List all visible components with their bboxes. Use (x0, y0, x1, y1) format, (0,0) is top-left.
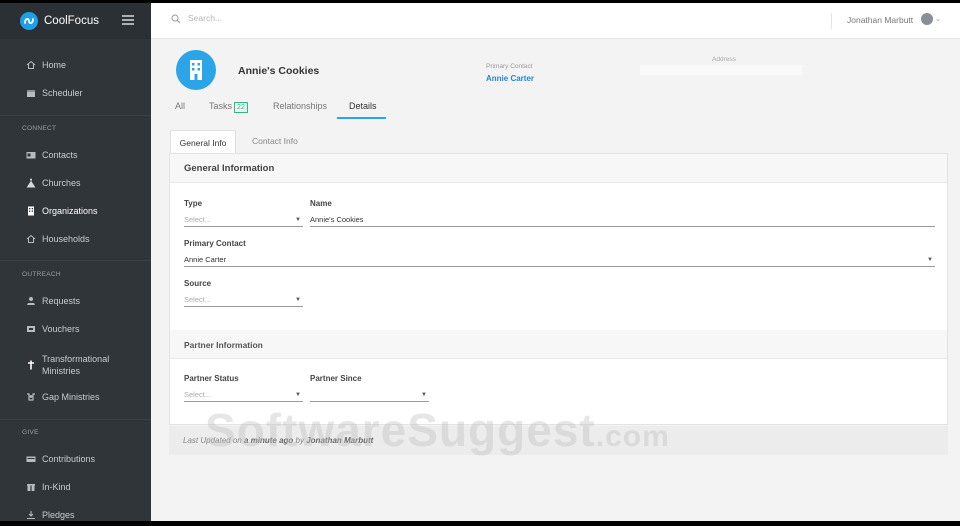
caret-down-icon: ▼ (421, 392, 427, 398)
source-select[interactable]: Select... ▼ (184, 294, 303, 307)
partner-status-label: Partner Status (184, 374, 239, 383)
primary-contact-label: Primary Contact (486, 63, 533, 70)
sidebar-item-label: Churches (42, 178, 81, 188)
main-tabs: All Tasks 22 Relationships Details (151, 96, 960, 118)
cross-icon (26, 360, 36, 370)
caret-down-icon: ▼ (295, 217, 301, 223)
active-tab-indicator (337, 117, 386, 119)
partner-since-select[interactable]: ▼ (310, 389, 429, 402)
partner-info-header: Partner Information (170, 330, 947, 359)
section-outreach: OUTREACH (22, 271, 61, 278)
contacts-card-icon (26, 150, 36, 160)
source-label: Source (184, 279, 212, 288)
sidebar-item-churches[interactable]: Churches (0, 173, 151, 193)
top-bar: Jonathan Marbutt ⌄ (151, 3, 960, 39)
sidebar-item-label: Gap Ministries (42, 392, 100, 402)
sidebar-item-contributions[interactable]: Contributions (0, 449, 151, 469)
search-icon[interactable] (171, 14, 181, 24)
app-name: CoolFocus (44, 15, 99, 27)
sidebar-item-label: Contacts (42, 150, 78, 160)
sidebar-item-label: Pledges (42, 510, 75, 520)
tab-tasks[interactable]: Tasks 22 (209, 101, 248, 113)
type-label: Type (184, 199, 203, 208)
sidebar-item-label: Contributions (42, 454, 96, 464)
section-give: GIVE (22, 429, 39, 436)
sidebar-item-label: Home (42, 60, 67, 70)
general-info-header: General Information (170, 154, 947, 183)
sidebar-item-requests[interactable]: Requests (0, 291, 151, 311)
divider (831, 13, 832, 29)
building-icon (26, 206, 36, 216)
sidebar-item-label: Organizations (42, 206, 98, 216)
primary-contact-field-label: Primary Contact (184, 239, 246, 248)
house-icon (26, 234, 36, 244)
chevron-down-icon[interactable]: ⌄ (935, 15, 941, 23)
organization-building-icon (176, 50, 216, 90)
sidebar-item-in-kind[interactable]: In-Kind (0, 477, 151, 497)
caret-down-icon: ▼ (295, 297, 301, 303)
divider (0, 260, 151, 261)
partner-since-label: Partner Since (310, 374, 362, 383)
sidebar-item-label: Vouchers (42, 324, 80, 334)
caret-down-icon: ▼ (295, 392, 301, 398)
sidebar-item-contacts[interactable]: Contacts (0, 145, 151, 165)
details-card: General Information Type Select... ▼ Name… (169, 153, 948, 425)
divider (0, 115, 151, 116)
contributions-icon (26, 454, 36, 464)
sidebar-item-label: Scheduler (42, 88, 83, 98)
sidebar-item-home[interactable]: Home (0, 55, 151, 75)
gift-icon (26, 482, 36, 492)
gap-icon (26, 392, 36, 402)
sidebar-item-label: Transformational Ministries (42, 354, 110, 376)
church-icon (26, 178, 36, 188)
subtab-general-info[interactable]: General Info (170, 130, 236, 154)
voucher-icon (26, 324, 36, 334)
name-label: Name (310, 199, 332, 208)
home-icon (26, 60, 36, 70)
section-title: General Information (184, 163, 275, 174)
sidebar-item-label: Requests (42, 296, 81, 306)
name-field[interactable]: Annie's Cookies (310, 214, 935, 227)
watermark: SoftwareSuggest.com (205, 404, 670, 456)
sidebar: CoolFocus Home Scheduler CONNECT Contact… (0, 3, 151, 521)
primary-contact-link[interactable]: Annie Carter (486, 74, 534, 83)
partner-status-select[interactable]: Select... ▼ (184, 389, 303, 402)
pledge-icon (26, 510, 36, 520)
avatar[interactable] (921, 13, 933, 25)
sidebar-item-vouchers[interactable]: Vouchers (0, 319, 151, 339)
address-value (640, 65, 802, 75)
section-connect: CONNECT (22, 125, 57, 132)
type-select[interactable]: Select... ▼ (184, 214, 303, 227)
address-label: Address (712, 56, 736, 63)
sidebar-item-label: Households (42, 234, 90, 244)
sidebar-item-organizations[interactable]: Organizations (0, 201, 151, 221)
hand-request-icon (26, 296, 36, 306)
user-name[interactable]: Jonathan Marbutt (847, 15, 913, 25)
app-window: CoolFocus Home Scheduler CONNECT Contact… (0, 3, 960, 521)
divider (0, 419, 151, 420)
section-title: Partner Information (184, 340, 263, 350)
primary-contact-select[interactable]: Annie Carter ▼ (184, 254, 935, 267)
tab-relationships[interactable]: Relationships (273, 101, 327, 111)
menu-toggle-icon[interactable] (122, 15, 134, 25)
page-title: Annie's Cookies (238, 65, 320, 77)
tasks-count-badge: 22 (234, 102, 248, 113)
sidebar-item-transformational-ministries[interactable]: Transformational Ministries (0, 351, 151, 379)
sidebar-item-households[interactable]: Households (0, 229, 151, 249)
sidebar-item-label: In-Kind (42, 482, 71, 492)
sidebar-item-pledges[interactable]: Pledges (0, 505, 151, 521)
calendar-icon (26, 88, 36, 98)
sidebar-item-scheduler[interactable]: Scheduler (0, 83, 151, 103)
search-input[interactable] (188, 13, 488, 23)
sidebar-item-gap-ministries[interactable]: Gap Ministries (0, 387, 151, 407)
tab-details[interactable]: Details (349, 101, 377, 111)
tab-all[interactable]: All (175, 101, 185, 111)
coolfocus-logo-icon (20, 12, 38, 30)
caret-down-icon: ▼ (927, 257, 933, 263)
subtab-contact-info[interactable]: Contact Info (252, 136, 298, 146)
